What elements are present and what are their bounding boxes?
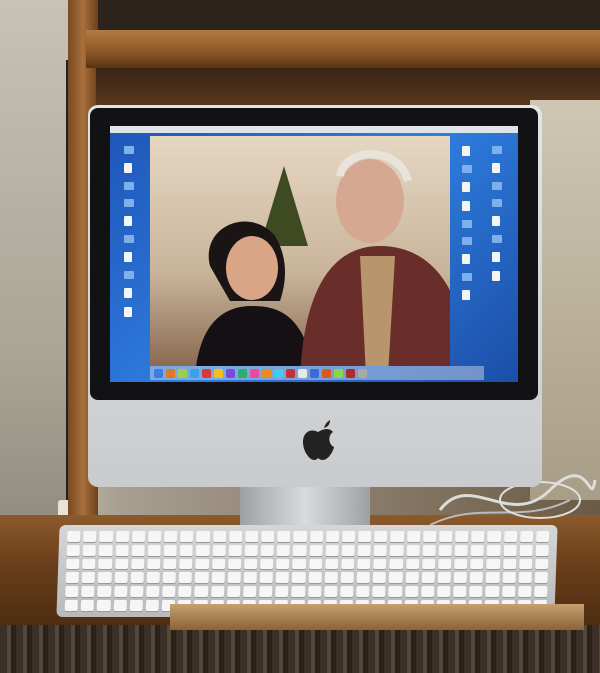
imac-stand <box>240 487 370 527</box>
app-icon <box>214 368 223 378</box>
photo-scene <box>0 0 600 673</box>
app-icon <box>250 368 259 378</box>
document-icon <box>462 182 470 192</box>
folder-icon <box>124 271 134 279</box>
folder-icon <box>124 146 134 154</box>
desktop-icons-left <box>124 146 144 317</box>
menu-bar <box>110 126 518 133</box>
folder-icon <box>124 199 134 207</box>
dock <box>150 366 484 380</box>
wooden-shelf <box>86 30 600 68</box>
folder-icon <box>462 220 472 228</box>
app-icon <box>166 368 175 378</box>
document-icon <box>492 271 500 281</box>
app-icon <box>346 368 355 378</box>
man-figure <box>300 150 450 366</box>
trash-icon <box>358 368 367 378</box>
document-icon <box>492 216 500 226</box>
folder-icon <box>492 199 502 207</box>
document-icon <box>124 216 132 226</box>
app-icon <box>238 368 247 378</box>
desktop-icons-far-right <box>492 146 512 281</box>
document-icon <box>462 146 470 156</box>
app-icon <box>334 368 343 378</box>
app-icon <box>226 368 235 378</box>
app-icon <box>274 368 283 378</box>
app-icon <box>310 368 319 378</box>
document-icon <box>462 201 470 211</box>
keyboard-keys <box>64 531 550 611</box>
folder-icon <box>492 182 502 190</box>
records-below-desk <box>0 625 600 673</box>
folder-icon <box>492 235 502 243</box>
folder-icon <box>492 146 502 154</box>
document-icon <box>492 163 500 173</box>
app-icon <box>262 368 271 378</box>
folder-icon <box>462 165 472 173</box>
document-icon <box>462 290 470 300</box>
apple-logo-icon <box>303 420 334 460</box>
desktop-screen <box>110 126 518 382</box>
finder-icon <box>154 368 163 378</box>
folder-icon <box>124 235 134 243</box>
document-icon <box>124 252 132 262</box>
document-icon <box>124 307 132 317</box>
desktop-wallpaper-photo <box>150 136 450 366</box>
folder-icon <box>462 237 472 245</box>
app-icon <box>178 368 187 378</box>
document-icon <box>124 163 132 173</box>
document-icon <box>462 254 470 264</box>
desktop-icons-right <box>462 146 482 300</box>
folder-icon <box>462 273 472 281</box>
document-icon <box>124 288 132 298</box>
app-icon <box>322 368 331 378</box>
browser-icon <box>190 368 199 378</box>
wooden-plank <box>170 604 584 630</box>
document-icon <box>492 252 500 262</box>
app-icon <box>298 368 307 378</box>
app-icon <box>202 368 211 378</box>
app-icon <box>286 368 295 378</box>
upper-shelf-space <box>98 0 600 32</box>
folder-icon <box>124 182 134 190</box>
